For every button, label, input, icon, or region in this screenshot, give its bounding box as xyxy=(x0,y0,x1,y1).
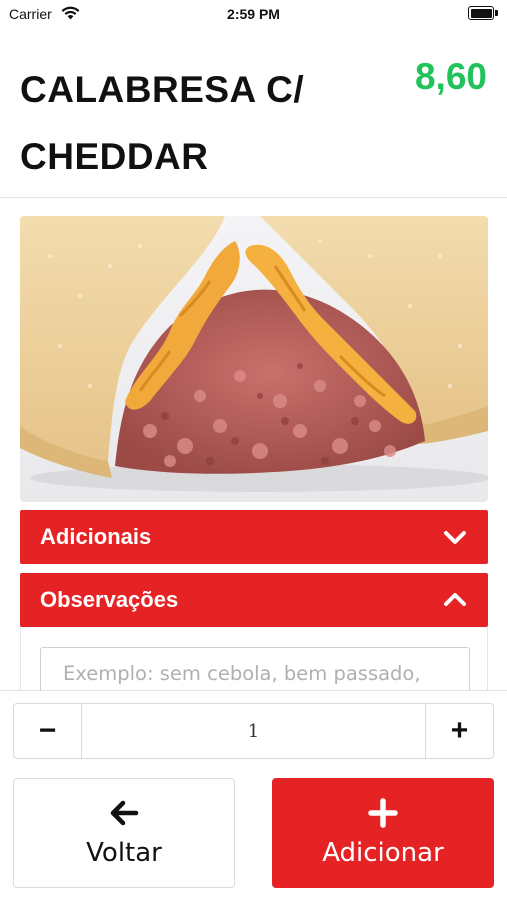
observacoes-input[interactable]: Exemplo: sem cebola, bem passado, xyxy=(40,647,470,690)
arrow-left-icon xyxy=(110,800,139,826)
observacoes-panel: Exemplo: sem cebola, bem passado, xyxy=(20,627,488,690)
add-label: Adicionar xyxy=(322,838,444,868)
adicionais-label: Adicionais xyxy=(40,524,152,549)
quantity-stepper: − 1 + xyxy=(13,703,494,759)
add-to-cart-button[interactable]: Adicionar xyxy=(272,778,494,888)
plus-icon xyxy=(368,798,398,828)
product-title: CALABRESA C/ CHEDDAR xyxy=(20,69,305,177)
observacoes-label: Observações xyxy=(40,587,179,612)
adicionais-accordion-header[interactable]: Adicionais xyxy=(20,510,488,564)
chevron-down-icon xyxy=(444,531,466,544)
clock: 2:59 PM xyxy=(227,6,280,22)
back-button[interactable]: Voltar xyxy=(13,778,235,888)
decrement-button[interactable]: − xyxy=(14,704,82,758)
product-image xyxy=(20,216,488,502)
chevron-up-icon xyxy=(444,593,466,606)
observacoes-accordion-header[interactable]: Observações xyxy=(20,573,488,627)
battery-icon xyxy=(468,6,498,20)
product-price: 8,60 xyxy=(414,56,487,97)
increment-button[interactable]: + xyxy=(425,704,493,758)
status-bar: Carrier 2:59 PM xyxy=(0,0,507,30)
quantity-value[interactable]: 1 xyxy=(82,704,425,758)
product-header: CALABRESA C/ CHEDDAR 8,60 xyxy=(0,30,507,198)
divider xyxy=(0,690,507,691)
back-label: Voltar xyxy=(86,838,162,868)
